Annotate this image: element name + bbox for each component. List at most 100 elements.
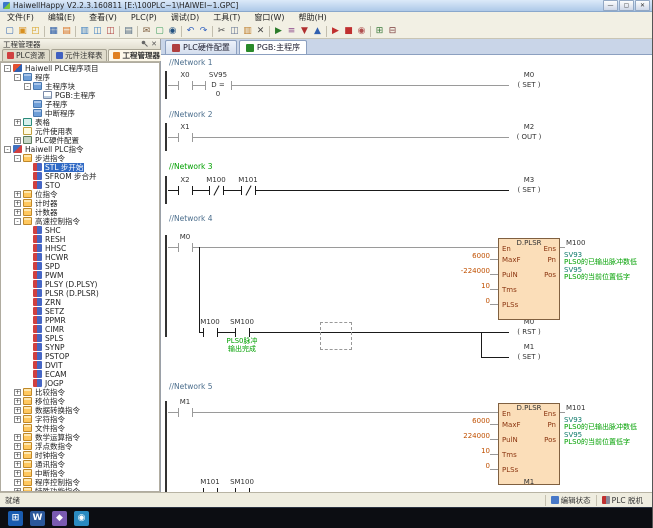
tree-item-STL 步开始[interactable]: STL 步开始 (1, 163, 159, 172)
taskbar-word-icon[interactable]: W (30, 511, 45, 526)
coil-M3[interactable]: ( SET ) (509, 187, 549, 195)
network-comment-5[interactable]: //Network 5 (169, 383, 369, 391)
toolbar-hardware-icon[interactable]: ◫ (104, 25, 117, 38)
toolbar-mail-icon[interactable]: ✉ (140, 25, 153, 38)
collapse-icon[interactable]: - (4, 146, 11, 153)
tree-item-PSTOP[interactable]: PSTOP (1, 352, 159, 361)
menu-item-1[interactable]: 编辑(E) (41, 12, 82, 24)
tree-item-主程序块[interactable]: -主程序块 (1, 82, 159, 91)
compare-contact-SV95[interactable] (204, 78, 232, 94)
toolbar-monitor-window-icon[interactable]: ▢ (153, 25, 166, 38)
toolbar-monitor-icon[interactable]: ◉ (355, 25, 368, 38)
expand-icon[interactable]: + (14, 407, 21, 414)
toolbar-download-icon[interactable]: ▼ (298, 25, 311, 38)
tree-item-STO[interactable]: STO (1, 181, 159, 190)
toolbar-new-icon[interactable]: ▢ (3, 25, 16, 38)
tree-item-移位指令[interactable]: +移位指令 (1, 397, 159, 406)
tree-item-程序控制指令[interactable]: +程序控制指令 (1, 478, 159, 487)
tree-item-Haiwell PLC程序项目[interactable]: -Haiwell PLC程序项目 (1, 64, 159, 73)
expand-icon[interactable]: + (14, 191, 21, 198)
tree-item-PLC硬件配置[interactable]: +PLC硬件配置 (1, 136, 159, 145)
tree-item-程序[interactable]: -程序 (1, 73, 159, 82)
tree-item-PLSY (D.PLSY)[interactable]: PLSY (D.PLSY) (1, 280, 159, 289)
toolbar-undo-icon[interactable]: ↶ (184, 25, 197, 38)
expand-icon[interactable]: + (14, 443, 21, 450)
toolbar-compile-all-icon[interactable]: ≡ (285, 25, 298, 38)
tree-item-中断指令[interactable]: +中断指令 (1, 469, 159, 478)
tree-item-PLSR (D.PLSR)[interactable]: PLSR (D.PLSR) (1, 289, 159, 298)
sidebar-tab-0[interactable]: PLC资源 (2, 49, 50, 61)
tree-item-元件使用表[interactable]: 元件使用表 (1, 127, 159, 136)
toolbar-open-icon[interactable]: ▣ (16, 25, 29, 38)
toolbar-page-setup-icon[interactable]: ▥ (78, 25, 91, 38)
tree-item-浮点数指令[interactable]: +浮点数指令 (1, 442, 159, 451)
expand-icon[interactable]: + (14, 119, 21, 126)
tree-item-SHC[interactable]: SHC (1, 226, 159, 235)
contact-X2[interactable] (177, 183, 193, 197)
network-comment-2[interactable]: //Network 2 (169, 111, 369, 119)
tree-item-HCWR[interactable]: HCWR (1, 253, 159, 262)
collapse-icon[interactable]: - (14, 218, 21, 225)
expand-icon[interactable]: + (14, 461, 21, 468)
expand-icon[interactable]: + (14, 479, 21, 486)
tree-item-计时器[interactable]: +计时器 (1, 199, 159, 208)
toolbar-upload-icon[interactable]: ▲ (311, 25, 324, 38)
ladder-canvas[interactable]: //Network 1//Network 2//Network 3//Netwo… (161, 54, 653, 493)
expand-icon[interactable]: + (14, 416, 21, 423)
menu-item-5[interactable]: 工具(T) (206, 12, 247, 24)
project-tree[interactable]: -Haiwell PLC程序项目-程序-主程序块PGB:主程序子程序中断程序+表… (0, 62, 160, 492)
expand-icon[interactable]: + (14, 209, 21, 216)
maximize-button[interactable]: ▢ (619, 0, 634, 11)
toolbar-network-del-icon[interactable]: ⊟ (386, 25, 399, 38)
tree-item-ECAM[interactable]: ECAM (1, 370, 159, 379)
toolbar-network-add-icon[interactable]: ⊞ (373, 25, 386, 38)
panel-close-icon[interactable]: ✕ (151, 40, 157, 48)
menu-item-4[interactable]: 调试(D) (164, 12, 206, 24)
coil-M0[interactable]: ( SET ) (509, 82, 549, 90)
taskbar-app-2-icon[interactable]: ◉ (74, 511, 89, 526)
toolbar-compile-icon[interactable]: ▶ (272, 25, 285, 38)
toolbar-paste-icon[interactable]: ▥ (241, 25, 254, 38)
tree-item-步进指令[interactable]: -步进指令 (1, 154, 159, 163)
tree-item-RESH[interactable]: RESH (1, 235, 159, 244)
contact-M100[interactable] (202, 325, 218, 339)
minimize-button[interactable]: — (603, 0, 618, 11)
tree-item-JOGP[interactable]: JOGP (1, 379, 159, 388)
menu-item-6[interactable]: 窗口(W) (247, 12, 291, 24)
tree-item-数学运算指令[interactable]: +数学运算指令 (1, 433, 159, 442)
tree-item-时钟指令[interactable]: +时钟指令 (1, 451, 159, 460)
taskbar-app-1-icon[interactable]: ◆ (52, 511, 67, 526)
toolbar-copy-icon[interactable]: ◫ (228, 25, 241, 38)
expand-icon[interactable]: + (14, 398, 21, 405)
expand-icon[interactable]: + (14, 434, 21, 441)
tree-item-DVIT[interactable]: DVIT (1, 361, 159, 370)
selection-cursor[interactable] (320, 322, 352, 350)
toolbar-print-icon[interactable]: ▤ (122, 25, 135, 38)
contact-X1[interactable] (177, 130, 193, 144)
tree-item-文件指令[interactable]: 文件指令 (1, 424, 159, 433)
tree-item-计数器[interactable]: +计数器 (1, 208, 159, 217)
toolbar-delete-icon[interactable]: ✕ (254, 25, 267, 38)
collapse-icon[interactable]: - (4, 65, 11, 72)
tree-item-PPMR[interactable]: PPMR (1, 316, 159, 325)
expand-icon[interactable]: + (14, 200, 21, 207)
expand-icon[interactable]: + (14, 470, 21, 477)
menu-item-0[interactable]: 文件(F) (0, 12, 41, 24)
tree-item-位指令[interactable]: +位指令 (1, 190, 159, 199)
tree-item-数据转换指令[interactable]: +数据转换指令 (1, 406, 159, 415)
toolbar-save-all-icon[interactable]: ▤ (60, 25, 73, 38)
contact-M101[interactable] (240, 183, 256, 197)
tree-item-高速控制指令[interactable]: -高速控制指令 (1, 217, 159, 226)
collapse-icon[interactable]: - (14, 155, 21, 162)
tree-item-Haiwell PLC指令[interactable]: -Haiwell PLC指令 (1, 145, 159, 154)
expand-icon[interactable]: + (14, 389, 21, 396)
tree-item-SPD[interactable]: SPD (1, 262, 159, 271)
toolbar-save-icon[interactable]: ▦ (47, 25, 60, 38)
pin-icon[interactable] (141, 40, 148, 49)
network-comment-3[interactable]: //Network 3 (169, 163, 369, 171)
tree-item-SFROM 步合并[interactable]: SFROM 步合并 (1, 172, 159, 181)
collapse-icon[interactable]: - (24, 83, 31, 90)
menu-item-3[interactable]: PLC(P) (124, 12, 164, 24)
network-comment-4[interactable]: //Network 4 (169, 215, 369, 223)
close-button[interactable]: ✕ (635, 0, 650, 11)
